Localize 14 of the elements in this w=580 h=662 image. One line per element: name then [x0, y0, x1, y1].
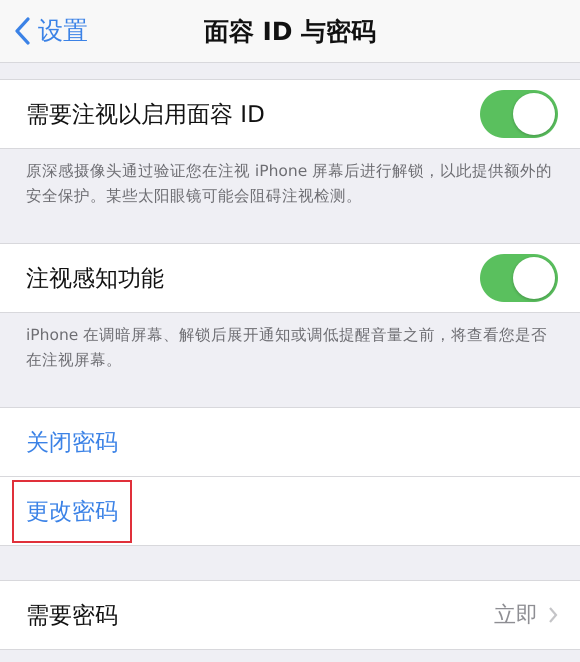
setting-label: 需要注视以启用面容 ID: [26, 100, 266, 130]
link-button[interactable]: 关闭密码: [12, 410, 132, 474]
chevron-left-icon: [14, 16, 30, 44]
toggle-switch[interactable]: [480, 254, 558, 302]
toggle-switch[interactable]: [480, 90, 558, 138]
back-button[interactable]: 设置: [10, 12, 92, 49]
page-title: 面容 ID 与密码: [204, 16, 376, 48]
setting-label: 注视感知功能: [26, 264, 165, 294]
setting-label: 需要密码: [26, 602, 119, 630]
chevron-right-icon: [548, 606, 558, 624]
link-button[interactable]: 更改密码: [12, 480, 132, 542]
setting-value: 立即: [494, 602, 538, 630]
section-footer: 原深感摄像头通过验证您在注视 iPhone 屏幕后进行解锁，以此提供额外的安全保护。某些太阳眼镜可能会阻碍注视检测。: [0, 149, 580, 209]
section-footer: iPhone 在调暗屏幕、解锁后展开通知或调低提醒音量之前，将查看您是否在注视屏幕。: [0, 313, 580, 373]
